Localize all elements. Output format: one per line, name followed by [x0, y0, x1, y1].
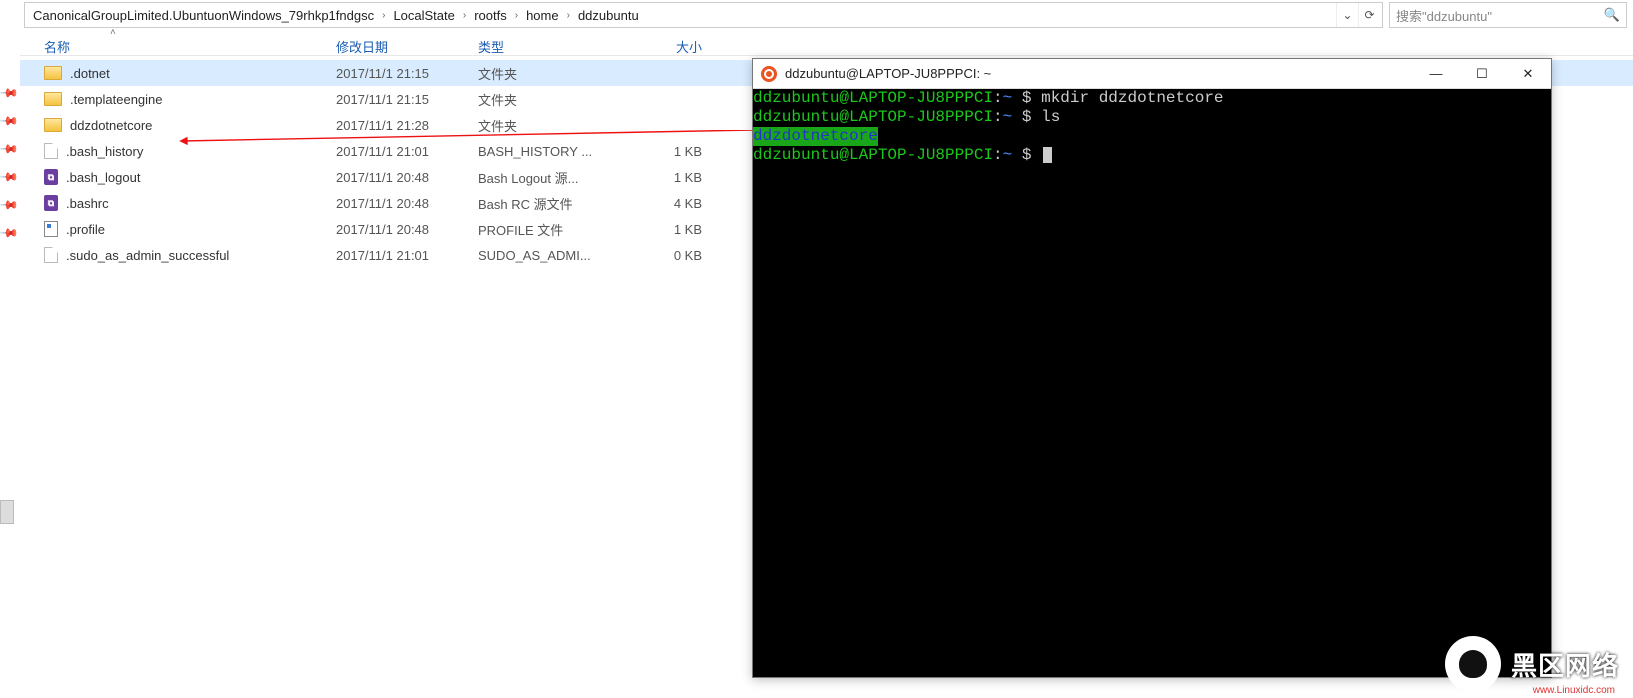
pin-icon[interactable]: 📌 — [0, 139, 20, 159]
watermark-logo-icon — [1445, 636, 1501, 692]
file-size: 4 KB — [624, 196, 720, 211]
file-size: 1 KB — [624, 222, 720, 237]
file-size: 1 KB — [624, 144, 720, 159]
file-type: Bash Logout 源... — [478, 168, 624, 187]
prompt-user: ddzubuntu@LAPTOP-JU8PPPCI — [753, 89, 993, 107]
prompt-user: ddzubuntu@LAPTOP-JU8PPPCI — [753, 146, 993, 164]
terminal-title: ddzubuntu@LAPTOP-JU8PPPCI: ~ — [785, 66, 991, 81]
pin-icon[interactable]: 📌 — [0, 83, 20, 103]
terminal-window: ddzubuntu@LAPTOP-JU8PPPCI: ~ — ☐ ✕ ddzub… — [752, 58, 1552, 678]
pin-icon[interactable]: 📌 — [0, 111, 20, 131]
header-size[interactable]: 大小 — [624, 37, 720, 56]
code-icon: ⧉ — [44, 195, 58, 211]
close-button[interactable]: ✕ — [1505, 59, 1551, 89]
terminal-titlebar[interactable]: ddzubuntu@LAPTOP-JU8PPPCI: ~ — ☐ ✕ — [753, 59, 1551, 89]
breadcrumb-container[interactable]: CanonicalGroupLimited.UbuntuonWindows_79… — [24, 2, 1383, 28]
file-name: .bash_logout — [66, 170, 140, 185]
breadcrumb-segment[interactable]: CanonicalGroupLimited.UbuntuonWindows_79… — [31, 8, 376, 23]
breadcrumb[interactable]: CanonicalGroupLimited.UbuntuonWindows_79… — [27, 8, 1336, 23]
file-name: .bash_history — [66, 144, 143, 159]
file-type: 文件夹 — [478, 116, 624, 135]
watermark: 黑区网络 — [1445, 636, 1619, 692]
terminal-output: ddzdotnetcore — [753, 127, 878, 146]
breadcrumb-segment[interactable]: LocalState — [391, 8, 456, 23]
file-size: 1 KB — [624, 170, 720, 185]
file-name: .profile — [66, 222, 105, 237]
column-headers[interactable]: ˄ 名称 修改日期 类型 大小 — [20, 30, 1633, 56]
file-type: 文件夹 — [478, 90, 624, 109]
chevron-right-icon: › — [511, 10, 522, 21]
file-date: 2017/11/1 21:15 — [336, 66, 478, 81]
file-name: .templateengine — [70, 92, 163, 107]
file-type: Bash RC 源文件 — [478, 194, 624, 213]
maximize-button[interactable]: ☐ — [1459, 59, 1505, 89]
folder-icon — [44, 92, 62, 106]
header-name[interactable]: ˄ 名称 — [20, 37, 336, 56]
watermark-url: www.Linuxidc.com — [1533, 685, 1615, 696]
header-date[interactable]: 修改日期 — [336, 37, 478, 56]
file-name: .dotnet — [70, 66, 110, 81]
sort-asc-icon: ˄ — [110, 27, 116, 38]
file-date: 2017/11/1 20:48 — [336, 222, 478, 237]
ini-icon — [44, 221, 58, 237]
file-name: .bashrc — [66, 196, 109, 211]
file-type: 文件夹 — [478, 64, 624, 83]
terminal-command: mkdir ddzdotnetcore — [1041, 89, 1223, 107]
file-type: SUDO_AS_ADMI... — [478, 248, 624, 263]
chevron-right-icon: › — [459, 10, 470, 21]
file-date: 2017/11/1 21:01 — [336, 248, 478, 263]
quick-access-pins: 📌 📌 📌 📌 📌 📌 — [2, 86, 17, 240]
watermark-text: 黑区网络 — [1511, 646, 1619, 683]
pin-icon[interactable]: 📌 — [0, 223, 20, 243]
file-type: PROFILE 文件 — [478, 220, 624, 239]
chevron-right-icon: › — [378, 10, 389, 21]
cursor — [1043, 147, 1052, 163]
terminal-body[interactable]: ddzubuntu@LAPTOP-JU8PPPCI:~ $ mkdir ddzd… — [753, 89, 1551, 677]
file-date: 2017/11/1 21:28 — [336, 118, 478, 133]
search-placeholder: 搜索"ddzubuntu" — [1396, 6, 1492, 25]
breadcrumb-dropdown-icon[interactable]: ⌄ — [1336, 3, 1358, 27]
header-type[interactable]: 类型 — [478, 37, 624, 56]
file-icon — [44, 247, 58, 263]
file-icon — [44, 143, 58, 159]
file-type: BASH_HISTORY ... — [478, 144, 624, 159]
explorer-address-bar: CanonicalGroupLimited.UbuntuonWindows_79… — [0, 0, 1633, 30]
refresh-icon[interactable]: ⟳ — [1358, 3, 1380, 27]
pin-icon[interactable]: 📌 — [0, 167, 20, 187]
file-size: 0 KB — [624, 248, 720, 263]
file-date: 2017/11/1 21:15 — [336, 92, 478, 107]
file-date: 2017/11/1 21:01 — [336, 144, 478, 159]
prompt-user: ddzubuntu@LAPTOP-JU8PPPCI — [753, 108, 993, 126]
breadcrumb-segment[interactable]: ddzubuntu — [576, 8, 641, 23]
prompt-path: ~ — [1003, 89, 1013, 107]
file-name: ddzdotnetcore — [70, 118, 152, 133]
breadcrumb-segment[interactable]: rootfs — [472, 8, 509, 23]
file-date: 2017/11/1 20:48 — [336, 170, 478, 185]
folder-icon — [44, 118, 62, 132]
file-date: 2017/11/1 20:48 — [336, 196, 478, 211]
minimize-button[interactable]: — — [1413, 59, 1459, 89]
code-icon: ⧉ — [44, 169, 58, 185]
chevron-right-icon: › — [563, 10, 574, 21]
folder-icon — [44, 66, 62, 80]
terminal-command: ls — [1041, 108, 1060, 126]
scrollbar-thumb[interactable] — [0, 500, 14, 524]
ubuntu-icon — [761, 66, 777, 82]
search-input[interactable]: 搜索"ddzubuntu" 🔍 — [1389, 2, 1627, 28]
window-controls: — ☐ ✕ — [1413, 59, 1551, 89]
file-name: .sudo_as_admin_successful — [66, 248, 229, 263]
pin-icon[interactable]: 📌 — [0, 195, 20, 215]
search-icon[interactable]: 🔍 — [1604, 7, 1620, 23]
breadcrumb-segment[interactable]: home — [524, 8, 561, 23]
